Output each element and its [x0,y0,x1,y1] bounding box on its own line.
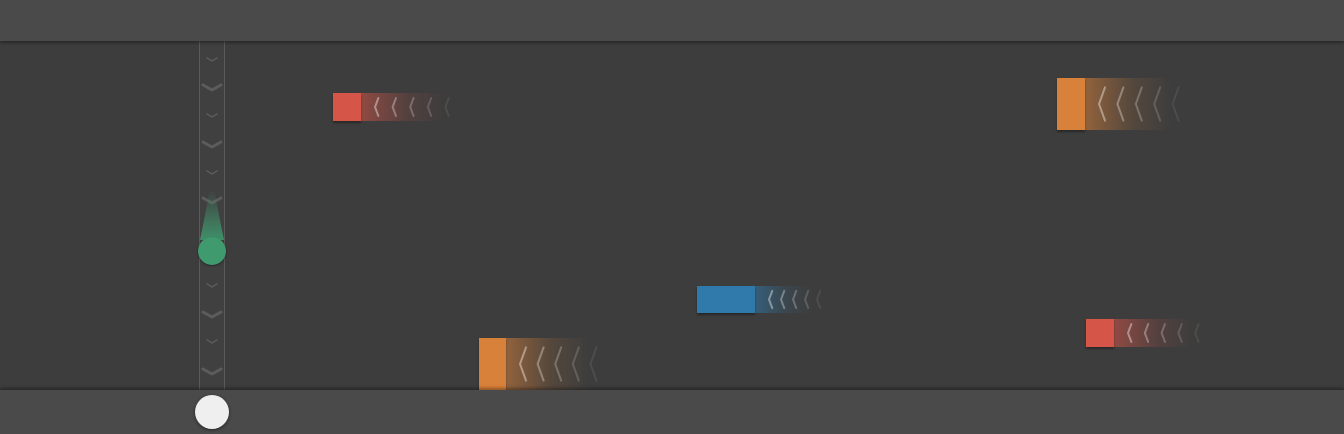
player-motion-trail [200,190,224,240]
chevron-down-icon [201,310,223,319]
obstacle-block [1086,319,1114,347]
obstacle-block [697,286,755,313]
chevron-down-icon [206,57,218,62]
obstacle-red-2 [1086,319,1219,347]
motion-trail [1114,319,1219,347]
obstacle-block [479,338,506,390]
obstacle-red-1 [333,93,471,121]
chevron-down-icon [201,140,223,149]
chevron-down-icon [206,170,218,175]
chevron-down-icon [201,83,223,92]
obstacle-block [1057,78,1085,130]
chevron-left-icon [444,97,450,117]
chevron-down-icon [201,367,223,376]
chevron-down-icon [206,113,218,118]
player-ball [198,237,226,265]
obstacle-orange-1 [1057,78,1200,130]
motion-trail [506,338,616,390]
chevron-left-icon [1171,86,1180,122]
chevron-left-icon [1194,323,1200,343]
motion-trail [1085,78,1200,130]
obstacle-orange-2 [479,338,616,390]
chevron-left-icon [815,289,822,310]
motion-trail [361,93,471,121]
obstacle-blue-1 [697,286,830,313]
chevron-down-icon [206,283,218,288]
top-bar [0,0,1344,41]
chevron-left-icon [589,346,598,382]
chevron-down-icon [206,339,218,344]
slider-knob[interactable] [195,395,229,429]
motion-trail [755,286,830,313]
obstacle-block [333,93,361,121]
